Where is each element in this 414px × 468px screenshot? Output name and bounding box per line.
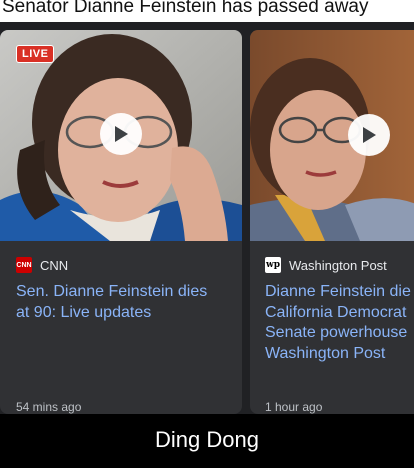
title-line: Washington Post bbox=[265, 344, 386, 362]
headline: Senator Dianne Feinstein has passed away bbox=[0, 0, 414, 22]
washington-post-logo-icon: wp bbox=[265, 257, 281, 273]
play-icon bbox=[363, 127, 376, 143]
live-badge: LIVE bbox=[16, 45, 55, 63]
article-title-link[interactable]: Sen. Dianne Feinstein dies at 90: Live u… bbox=[16, 282, 207, 323]
title-line: Sen. Dianne Feinstein dies bbox=[16, 283, 208, 300]
caption-text: Ding Dong bbox=[155, 427, 259, 452]
play-button[interactable] bbox=[100, 113, 142, 155]
timestamp: 54 mins ago bbox=[16, 400, 82, 414]
video-thumbnail[interactable] bbox=[250, 30, 414, 241]
timestamp: 1 hour ago bbox=[265, 400, 323, 414]
article-title-link[interactable]: Dianne Feinstein die California Democrat… bbox=[265, 282, 411, 364]
source-name: CNN bbox=[40, 257, 69, 273]
page: Senator Dianne Feinstein has passed away bbox=[0, 0, 414, 468]
source-row: CNN CNN bbox=[16, 257, 68, 273]
source-name: Washington Post bbox=[289, 257, 387, 273]
source-row: wp Washington Post bbox=[265, 257, 387, 273]
news-card-washington-post[interactable]: wp Washington Post Dianne Feinstein die … bbox=[250, 30, 414, 414]
title-line: Dianne Feinstein die bbox=[265, 283, 411, 300]
news-carousel[interactable]: LIVE CNN CNN Sen. Dianne Feinstein dies … bbox=[0, 30, 414, 414]
play-icon bbox=[115, 126, 128, 142]
caption-bar: Ding Dong bbox=[0, 414, 414, 468]
title-line: at 90: Live updates bbox=[16, 303, 152, 321]
cnn-logo-icon: CNN bbox=[16, 257, 32, 273]
title-line: California Democrat bbox=[265, 303, 407, 321]
play-button[interactable] bbox=[348, 114, 390, 156]
news-card-cnn[interactable]: LIVE CNN CNN Sen. Dianne Feinstein dies … bbox=[0, 30, 242, 414]
video-thumbnail[interactable]: LIVE bbox=[0, 30, 242, 241]
title-line: Senate powerhouse bbox=[265, 324, 408, 341]
